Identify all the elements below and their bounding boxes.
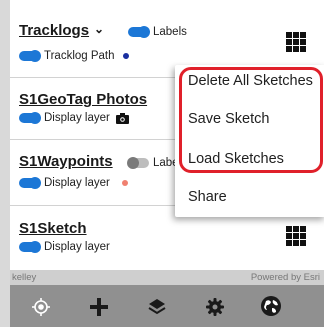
waypoints-labels-toggle[interactable]: Labe	[127, 157, 179, 169]
sketch-grid-menu-icon[interactable]	[286, 226, 308, 246]
settings-icon[interactable]	[206, 298, 224, 316]
credits-right: Powered by Esri	[250, 272, 320, 283]
geotag-display-switch[interactable]	[19, 112, 41, 124]
layer-title-tracklogs[interactable]: Tracklogs ⌄	[19, 22, 104, 39]
layer-title-geotag-photos[interactable]: S1GeoTag Photos	[19, 91, 147, 108]
waypoint-color-dot	[121, 180, 128, 186]
globe-icon[interactable]	[260, 295, 282, 317]
red-highlight-outline	[179, 67, 323, 173]
map-credits: kelley Powered by Esri	[10, 270, 324, 285]
geotag-display-toggle[interactable]: Display layer	[19, 112, 129, 124]
add-icon[interactable]	[90, 298, 108, 316]
menu-item-share[interactable]: Share	[188, 189, 227, 205]
labels-toggle-switch[interactable]	[128, 26, 150, 38]
tracklog-path-toggle[interactable]: Tracklog Path	[19, 50, 129, 62]
waypoints-display-switch[interactable]	[19, 177, 41, 189]
sketch-display-toggle[interactable]: Display layer	[19, 241, 110, 253]
camera-icon	[115, 112, 129, 124]
tracklog-color-dot	[122, 53, 129, 59]
locate-icon[interactable]	[32, 298, 50, 316]
layer-title-sketch[interactable]: S1Sketch	[19, 220, 87, 237]
waypoints-display-toggle[interactable]: Display layer	[19, 177, 128, 189]
grid-menu-icon[interactable]	[286, 32, 308, 52]
bottom-toolbar	[10, 285, 324, 327]
sketch-display-switch[interactable]	[19, 241, 41, 253]
chevron-down-icon[interactable]: ⌄	[94, 22, 104, 36]
tracklog-path-switch[interactable]	[19, 50, 41, 62]
waypoints-labels-switch[interactable]	[127, 157, 149, 169]
layer-title-waypoints[interactable]: S1Waypoints	[19, 153, 113, 170]
layers-icon[interactable]	[148, 298, 166, 316]
labels-toggle[interactable]: Labels	[128, 26, 187, 38]
credits-left: kelley	[12, 272, 37, 283]
